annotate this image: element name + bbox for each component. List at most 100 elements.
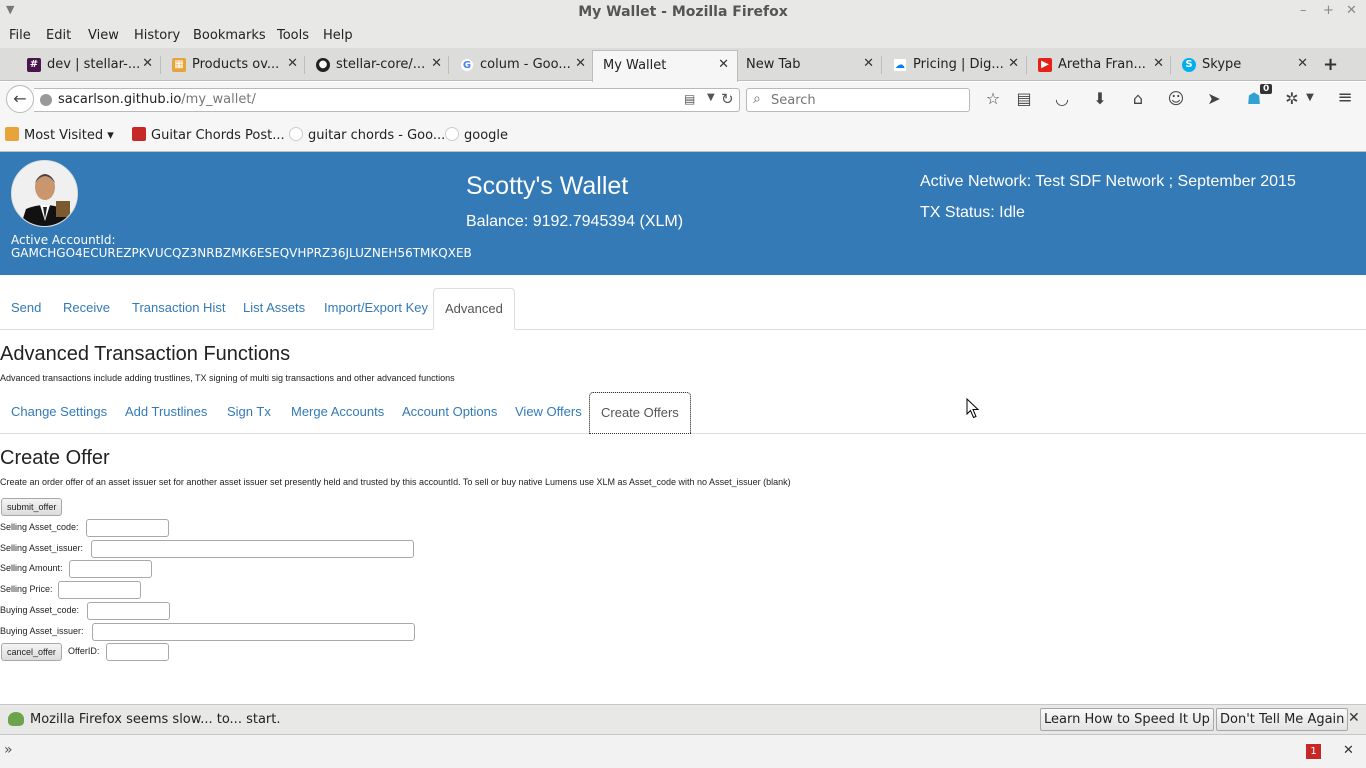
folder-icon [5,127,19,141]
tab-create-offers[interactable]: Create Offers [589,392,691,434]
active-network: Active Network: Test SDF Network ; Septe… [920,173,1296,190]
submit-offer-button[interactable]: submit_offer [1,498,63,516]
tab-import-export-key[interactable]: Import/Export Key [313,288,439,330]
advanced-description: Advanced transactions include adding tru… [0,373,455,383]
tab-label: Pricing | Dig... [913,57,1004,72]
browser-tab-active[interactable]: My Wallet ✕ [592,50,738,82]
close-addon-bar-icon[interactable]: ✕ [1343,743,1354,758]
selling-price-input[interactable] [58,581,141,599]
buying-asset-code-input[interactable] [87,602,170,620]
browser-tab[interactable]: ▦ Products ov... ✕ [160,50,306,81]
tab-strip: # dev | stellar-... ✕ ▦ Products ov... ✕… [0,48,1366,82]
menu-help[interactable]: Help [323,28,353,43]
tab-label: dev | stellar-... [47,57,141,72]
tab-list-assets[interactable]: List Assets [232,288,316,330]
pocket-icon[interactable]: ◡ [1052,89,1072,108]
tab-sign-tx[interactable]: Sign Tx [216,392,282,434]
close-tab-icon[interactable]: ✕ [575,56,586,71]
learn-speed-button[interactable]: Learn How to Speed It Up [1040,708,1214,731]
close-tab-icon[interactable]: ✕ [1008,56,1019,71]
tab-transaction-hist[interactable]: Transaction Hist [121,288,236,330]
back-button[interactable]: ← [6,85,34,113]
offer-id-label: OfferID: [68,646,100,656]
bookmark-guitar-google[interactable]: guitar chords - Goo... [289,127,445,143]
close-tab-icon[interactable]: ✕ [1297,56,1308,71]
selling-amount-input[interactable] [69,560,152,578]
browser-tab[interactable]: New Tab ✕ [736,50,882,81]
bookmark-star-icon[interactable]: ☆ [983,89,1003,108]
close-tab-icon[interactable]: ✕ [863,56,874,71]
close-tab-icon[interactable]: ✕ [287,56,298,71]
dont-tell-again-button[interactable]: Don't Tell Me Again [1216,708,1349,731]
browser-tab[interactable]: G colum - Goo... ✕ [448,50,594,81]
menu-tools[interactable]: Tools [277,28,309,43]
tab-label: New Tab [746,57,801,72]
browser-tab[interactable]: ▶ Aretha Fran... ✕ [1026,50,1172,81]
addon-dropdown-icon[interactable]: ▼ [1300,92,1320,103]
browser-tab[interactable]: ☁ Pricing | Dig... ✕ [881,50,1027,81]
tab-receive[interactable]: Receive [52,288,121,330]
close-window-icon[interactable]: ✕ [1346,3,1357,18]
maximize-icon[interactable]: + [1323,3,1334,18]
tab-change-settings[interactable]: Change Settings [0,392,118,434]
menu-view[interactable]: View [88,28,119,43]
offer-id-input[interactable] [106,643,169,661]
tab-merge-accounts[interactable]: Merge Accounts [280,392,395,434]
site-info-icon[interactable] [40,94,52,106]
cancel-offer-button[interactable]: cancel_offer [1,643,62,661]
youtube-icon: ▶ [1038,58,1052,72]
tab-label: Aretha Fran... [1058,57,1146,72]
reading-list-icon[interactable]: ▤ [1014,89,1034,108]
new-tab-icon[interactable]: + [1323,54,1338,75]
tab-account-options[interactable]: Account Options [391,392,508,434]
hamburger-menu-icon[interactable]: ≡ [1335,87,1355,108]
url-bar[interactable]: sacarlson.github.io/my_wallet/ ▤ ▼ ↻ [34,88,740,112]
search-input[interactable] [771,91,961,109]
bookmark-most-visited[interactable]: Most Visited ▾ [5,127,114,143]
ap-icon [132,127,146,141]
addon-badge[interactable]: 1 [1306,744,1321,759]
minimize-icon[interactable]: – [1300,3,1307,18]
downloads-icon[interactable]: ⬇ [1090,89,1110,108]
tab-add-trustlines[interactable]: Add Trustlines [114,392,218,434]
close-tab-icon[interactable]: ✕ [431,56,442,71]
close-notification-icon[interactable]: ✕ [1348,710,1360,726]
google-icon [445,127,459,141]
reader-view-icon[interactable]: ▤ [684,92,695,106]
create-offer-heading: Create Offer [0,447,110,469]
menu-history[interactable]: History [134,28,180,43]
selling-asset-issuer-input[interactable] [91,540,414,558]
github-icon: ● [316,58,330,72]
menu-file[interactable]: File [9,28,31,43]
menu-edit[interactable]: Edit [46,28,71,43]
close-tab-icon[interactable]: ✕ [142,56,153,71]
buying-asset-code-label: Buying Asset_code: [0,605,80,615]
google-icon [289,127,303,141]
selling-asset-code-label: Selling Asset_code: [0,522,79,532]
tab-view-offers[interactable]: View Offers [504,392,593,434]
chevron-right-icon[interactable]: » [4,742,13,758]
url-text[interactable]: sacarlson.github.io/my_wallet/ [58,92,256,107]
chat-icon[interactable]: ☺ [1166,89,1186,108]
bookmark-google[interactable]: google [445,127,508,143]
menu-bookmarks[interactable]: Bookmarks [193,28,266,43]
turtle-icon [8,712,24,726]
send-icon[interactable]: ➤ [1204,89,1224,108]
close-tab-icon[interactable]: ✕ [1153,56,1164,71]
selling-asset-code-input[interactable] [86,519,169,537]
bookmark-guitar-chords[interactable]: Guitar Chords Post... [132,127,285,143]
cloud-icon: ☁ [893,58,907,72]
reload-icon[interactable]: ↻ [721,90,734,108]
tab-send[interactable]: Send [0,288,52,330]
tab-advanced[interactable]: Advanced [433,288,515,330]
browser-tab[interactable]: # dev | stellar-... ✕ [15,50,161,81]
home-icon[interactable]: ⌂ [1128,89,1148,108]
addon-icon[interactable]: ✲ [1282,89,1302,108]
bookmarks-bar: Most Visited ▾ Guitar Chords Post... gui… [0,118,1366,152]
close-tab-icon[interactable]: ✕ [718,57,729,72]
buying-asset-issuer-input[interactable] [92,623,415,641]
url-dropdown-icon[interactable]: ▼ [707,92,715,103]
browser-tab[interactable]: S Skype ✕ [1170,50,1316,81]
browser-tab[interactable]: ● stellar-core/... ✕ [304,50,450,81]
search-bar[interactable]: ⌕ [746,88,970,112]
